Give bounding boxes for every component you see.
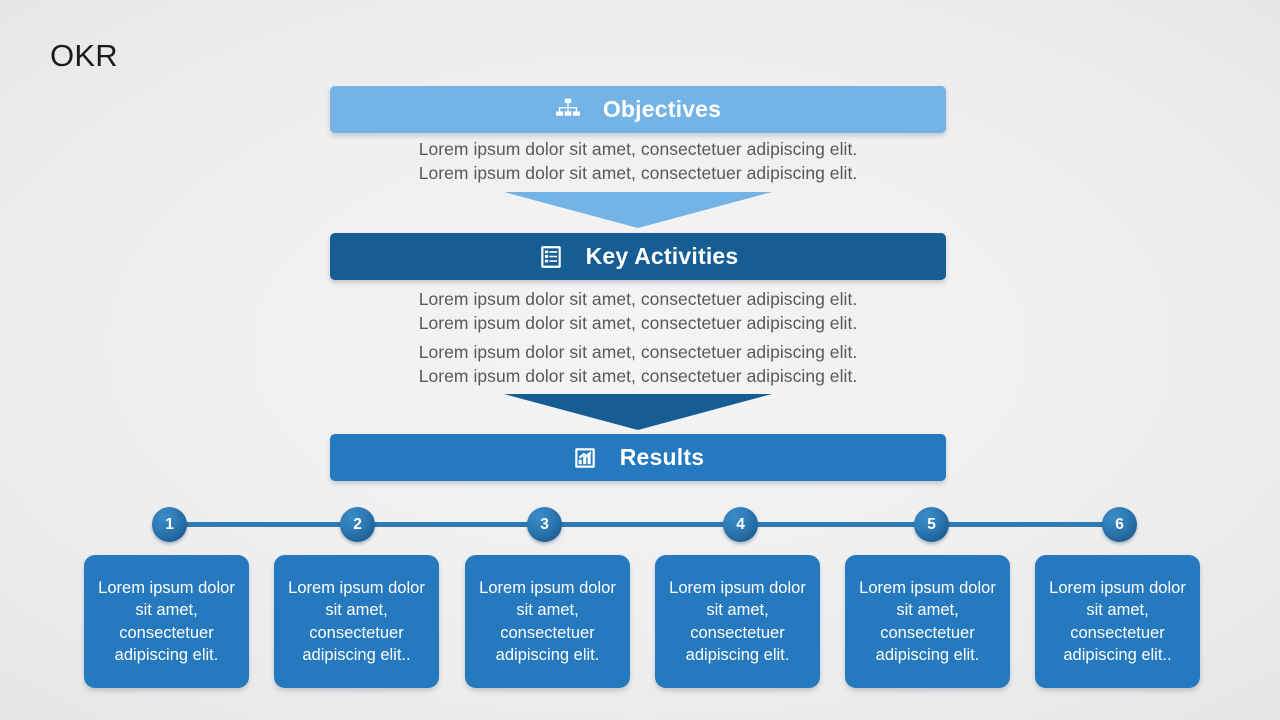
chevron-down-icon <box>504 394 772 430</box>
result-card-text: Lorem ipsum dolor sit amet, consectetuer… <box>98 578 235 665</box>
stage-wrapper-results: Results <box>330 434 946 481</box>
result-card-1[interactable]: Lorem ipsum dolor sit amet, consectetuer… <box>84 555 249 688</box>
timeline-node-number: 1 <box>165 515 174 533</box>
stage-wrapper-key-activities: Key Activities <box>330 233 946 280</box>
stage-body-objectives: Lorem ipsum dolor sit amet, consectetuer… <box>330 138 946 185</box>
timeline-node-4[interactable]: 4 <box>723 507 758 542</box>
result-card-5[interactable]: Lorem ipsum dolor sit amet, consectetuer… <box>845 555 1010 688</box>
result-card-4[interactable]: Lorem ipsum dolor sit amet, consectetuer… <box>655 555 820 688</box>
band-content-key-activities: Key Activities <box>538 243 739 270</box>
timeline-node-1[interactable]: 1 <box>152 507 187 542</box>
body-line: Lorem ipsum dolor sit amet, consectetuer… <box>418 139 858 159</box>
result-card-text: Lorem ipsum dolor sit amet, consectetuer… <box>1049 578 1186 665</box>
stage-body-key-activities: Lorem ipsum dolor sit amet, consectetuer… <box>330 288 946 388</box>
timeline-node-number: 2 <box>353 515 362 533</box>
org-chart-icon <box>555 98 580 116</box>
result-card-3[interactable]: Lorem ipsum dolor sit amet, consectetuer… <box>465 555 630 688</box>
band-content-objectives: Objectives <box>555 96 721 123</box>
body-line: Lorem ipsum dolor sit amet, consectetuer… <box>418 289 858 309</box>
list-icon <box>540 245 561 268</box>
result-card-text: Lorem ipsum dolor sit amet, consectetuer… <box>479 578 616 665</box>
result-card-text: Lorem ipsum dolor sit amet, consectetuer… <box>669 578 806 665</box>
result-card-text: Lorem ipsum dolor sit amet, consectetuer… <box>859 578 996 665</box>
timeline-node-5[interactable]: 5 <box>914 507 949 542</box>
arrow-activities-to-results <box>504 394 772 430</box>
timeline-node-number: 4 <box>736 515 745 533</box>
timeline-connector-line <box>168 522 1121 527</box>
stage-label-key-activities: Key Activities <box>585 243 739 269</box>
okr-funnel: Objectives <box>330 86 946 133</box>
result-card-6[interactable]: Lorem ipsum dolor sit amet, consectetuer… <box>1035 555 1200 688</box>
result-cards: Lorem ipsum dolor sit amet, consectetuer… <box>84 555 1200 688</box>
stage-band-results[interactable]: Results <box>330 434 946 481</box>
stage-band-key-activities[interactable]: Key Activities <box>330 233 946 280</box>
timeline-node-number: 3 <box>540 515 549 533</box>
timeline-node-number: 6 <box>1115 515 1124 533</box>
timeline-node-number: 5 <box>927 515 936 533</box>
arrow-objectives-to-activities <box>504 192 772 228</box>
body-line: Lorem ipsum dolor sit amet, consectetuer… <box>418 365 858 386</box>
timeline-node-6[interactable]: 6 <box>1102 507 1137 542</box>
chevron-down-icon <box>504 192 772 228</box>
stage-band-objectives[interactable]: Objectives <box>330 86 946 133</box>
stage-label-objectives: Objectives <box>602 96 722 122</box>
band-content-results: Results <box>572 444 704 471</box>
body-line: Lorem ipsum dolor sit amet, consectetuer… <box>418 312 858 333</box>
body-line: Lorem ipsum dolor sit amet, consectetuer… <box>418 162 858 183</box>
timeline-node-3[interactable]: 3 <box>527 507 562 542</box>
result-card-2[interactable]: Lorem ipsum dolor sit amet, consectetuer… <box>274 555 439 688</box>
body-paragraph: Lorem ipsum dolor sit amet, consectetuer… <box>330 288 946 335</box>
stage-label-results: Results <box>619 444 705 470</box>
timeline: 1 2 3 4 5 6 <box>152 507 1137 543</box>
timeline-node-2[interactable]: 2 <box>340 507 375 542</box>
bar-chart-icon <box>575 447 595 468</box>
result-card-text: Lorem ipsum dolor sit amet, consectetuer… <box>288 578 425 665</box>
page-title: OKR <box>50 38 118 73</box>
body-paragraph: Lorem ipsum dolor sit amet, consectetuer… <box>330 341 946 388</box>
body-line: Lorem ipsum dolor sit amet, consectetuer… <box>418 342 858 362</box>
